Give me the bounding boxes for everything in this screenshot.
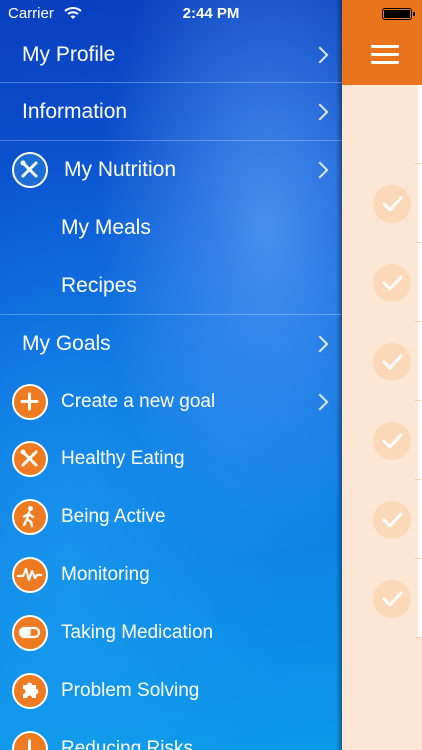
menu-item-my-meals[interactable]: My Meals	[0, 199, 342, 256]
menu-item-label: Being Active	[61, 506, 166, 527]
checkmark-icon[interactable]	[373, 185, 411, 223]
menu-item-label: My Profile	[22, 43, 116, 66]
menu-item-reducing-risks[interactable]: Reducing Risks	[0, 721, 342, 750]
row-divider	[414, 242, 422, 243]
menu-item-label: My Meals	[61, 215, 151, 239]
menu-item-healthy-eating[interactable]: Healthy Eating	[0, 431, 342, 487]
pill-icon	[12, 615, 48, 651]
plus-icon	[12, 384, 48, 420]
puzzle-icon	[12, 673, 48, 709]
row-divider	[414, 321, 422, 322]
warning-icon	[12, 731, 48, 750]
menu-item-create-goal[interactable]: Create a new goal	[0, 374, 342, 430]
checkmark-icon[interactable]	[373, 501, 411, 539]
menu-item-my-profile[interactable]: My Profile	[0, 28, 342, 82]
chevron-right-icon	[311, 46, 329, 64]
menu-item-recipes[interactable]: Recipes	[0, 257, 342, 314]
side-menu: My Profile Information My Nutrition My M…	[0, 0, 342, 750]
hamburger-menu-icon[interactable]	[371, 45, 399, 65]
chevron-right-icon	[311, 103, 329, 120]
menu-item-problem-solving[interactable]: Problem Solving	[0, 663, 342, 719]
row-divider	[414, 479, 422, 480]
row-divider	[414, 558, 422, 559]
chevron-right-icon	[311, 393, 329, 411]
menu-item-taking-medication[interactable]: Taking Medication	[0, 605, 342, 661]
checkmark-icon[interactable]	[373, 343, 411, 381]
menu-item-label: Reducing Risks	[61, 738, 193, 750]
menu-item-label: My Goals	[22, 331, 111, 355]
list-edge	[418, 85, 422, 637]
checkmark-icon[interactable]	[373, 422, 411, 460]
menu-item-information[interactable]: Information	[0, 83, 342, 140]
fork-knife-icon	[12, 441, 48, 477]
chevron-right-icon	[311, 161, 329, 178]
status-bar: Carrier 2:44 PM	[0, 0, 422, 28]
menu-item-label: My Nutrition	[64, 157, 177, 181]
menu-item-label: Taking Medication	[61, 622, 214, 643]
battery-icon	[382, 8, 415, 20]
content-panel	[342, 0, 422, 750]
menu-item-my-nutrition[interactable]: My Nutrition	[0, 141, 342, 198]
menu-item-monitoring[interactable]: Monitoring	[0, 547, 342, 603]
fork-knife-icon	[12, 151, 48, 188]
chevron-right-icon	[311, 335, 329, 352]
menu-item-being-active[interactable]: Being Active	[0, 489, 342, 545]
menu-item-my-goals[interactable]: My Goals	[0, 315, 342, 372]
row-divider	[414, 400, 422, 401]
menu-item-label: Create a new goal	[61, 391, 216, 412]
row-divider	[414, 163, 422, 164]
row-divider	[414, 637, 422, 638]
menu-item-label: Monitoring	[61, 564, 150, 585]
walking-person-icon	[12, 499, 48, 535]
menu-item-label: Problem Solving	[61, 680, 200, 701]
checkmark-icon[interactable]	[373, 580, 411, 618]
menu-item-label: Healthy Eating	[61, 448, 185, 469]
checkmark-icon[interactable]	[373, 264, 411, 302]
clock: 2:44 PM	[182, 5, 240, 22]
pulse-line-icon	[12, 557, 48, 593]
menu-item-label: Information	[22, 99, 128, 123]
menu-item-label: Recipes	[61, 273, 137, 297]
